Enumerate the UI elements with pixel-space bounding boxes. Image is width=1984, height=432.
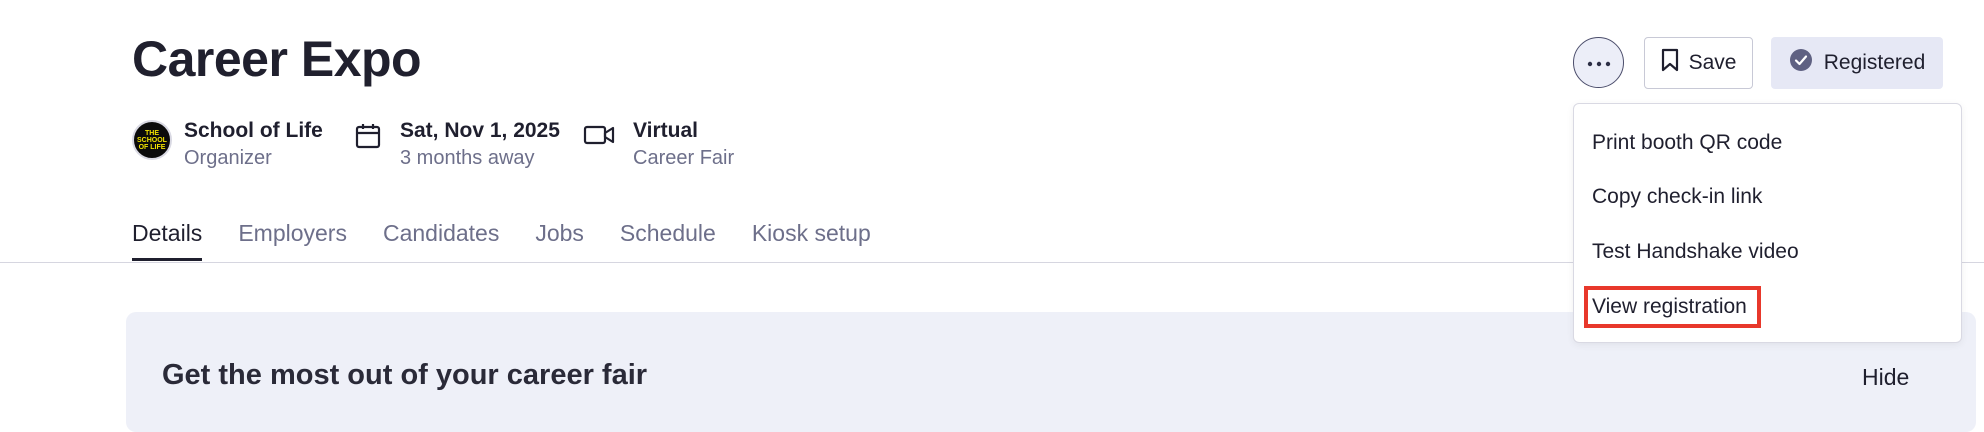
registered-button-label: Registered (1823, 51, 1926, 74)
tab-details[interactable]: Details (132, 220, 203, 261)
tab-bar: Details Employers Candidates Jobs Schedu… (132, 220, 907, 261)
tab-employers[interactable]: Employers (238, 220, 347, 261)
check-circle-icon (1789, 48, 1813, 78)
tab-candidates[interactable]: Candidates (383, 220, 499, 261)
save-button[interactable]: Save (1644, 37, 1753, 89)
ellipsis-icon (1587, 54, 1611, 72)
menu-item-print-qr[interactable]: Print booth QR code (1592, 130, 1782, 156)
event-type: Career Fair (633, 147, 735, 169)
event-date-info: Sat, Nov 1, 2025 3 months away (354, 118, 560, 172)
tab-jobs[interactable]: Jobs (535, 220, 584, 261)
video-camera-icon (583, 122, 615, 153)
banner-hide-button[interactable]: Hide (1862, 364, 1909, 391)
organizer-logo: THE SCHOOL OF LIFE (132, 120, 172, 160)
more-options-button[interactable] (1573, 37, 1624, 88)
page-title: Career Expo (132, 31, 422, 87)
organizer-info: THE SCHOOL OF LIFE School of Life Organiz… (132, 118, 323, 172)
calendar-icon (354, 122, 382, 155)
menu-item-copy-checkin-link[interactable]: Copy check-in link (1592, 184, 1762, 210)
save-button-label: Save (1688, 51, 1737, 74)
event-date: Sat, Nov 1, 2025 (400, 119, 560, 142)
bookmark-icon (1661, 48, 1679, 78)
event-format-info: Virtual Career Fair (583, 118, 734, 172)
menu-item-test-video[interactable]: Test Handshake video (1592, 239, 1799, 265)
more-options-menu: Print booth QR code Copy check-in link T… (1573, 103, 1962, 343)
event-date-relative: 3 months away (400, 147, 535, 169)
organizer-name: School of Life (184, 119, 323, 142)
tab-schedule[interactable]: Schedule (620, 220, 716, 261)
menu-item-view-registration[interactable]: View registration (1584, 286, 1761, 328)
banner-title: Get the most out of your career fair (162, 359, 648, 391)
organizer-logo-text: THE SCHOOL OF LIFE (137, 129, 167, 151)
organizer-role: Organizer (184, 147, 272, 169)
registered-button[interactable]: Registered (1771, 37, 1943, 89)
event-format: Virtual (633, 119, 698, 142)
tab-kiosk-setup[interactable]: Kiosk setup (752, 220, 871, 261)
